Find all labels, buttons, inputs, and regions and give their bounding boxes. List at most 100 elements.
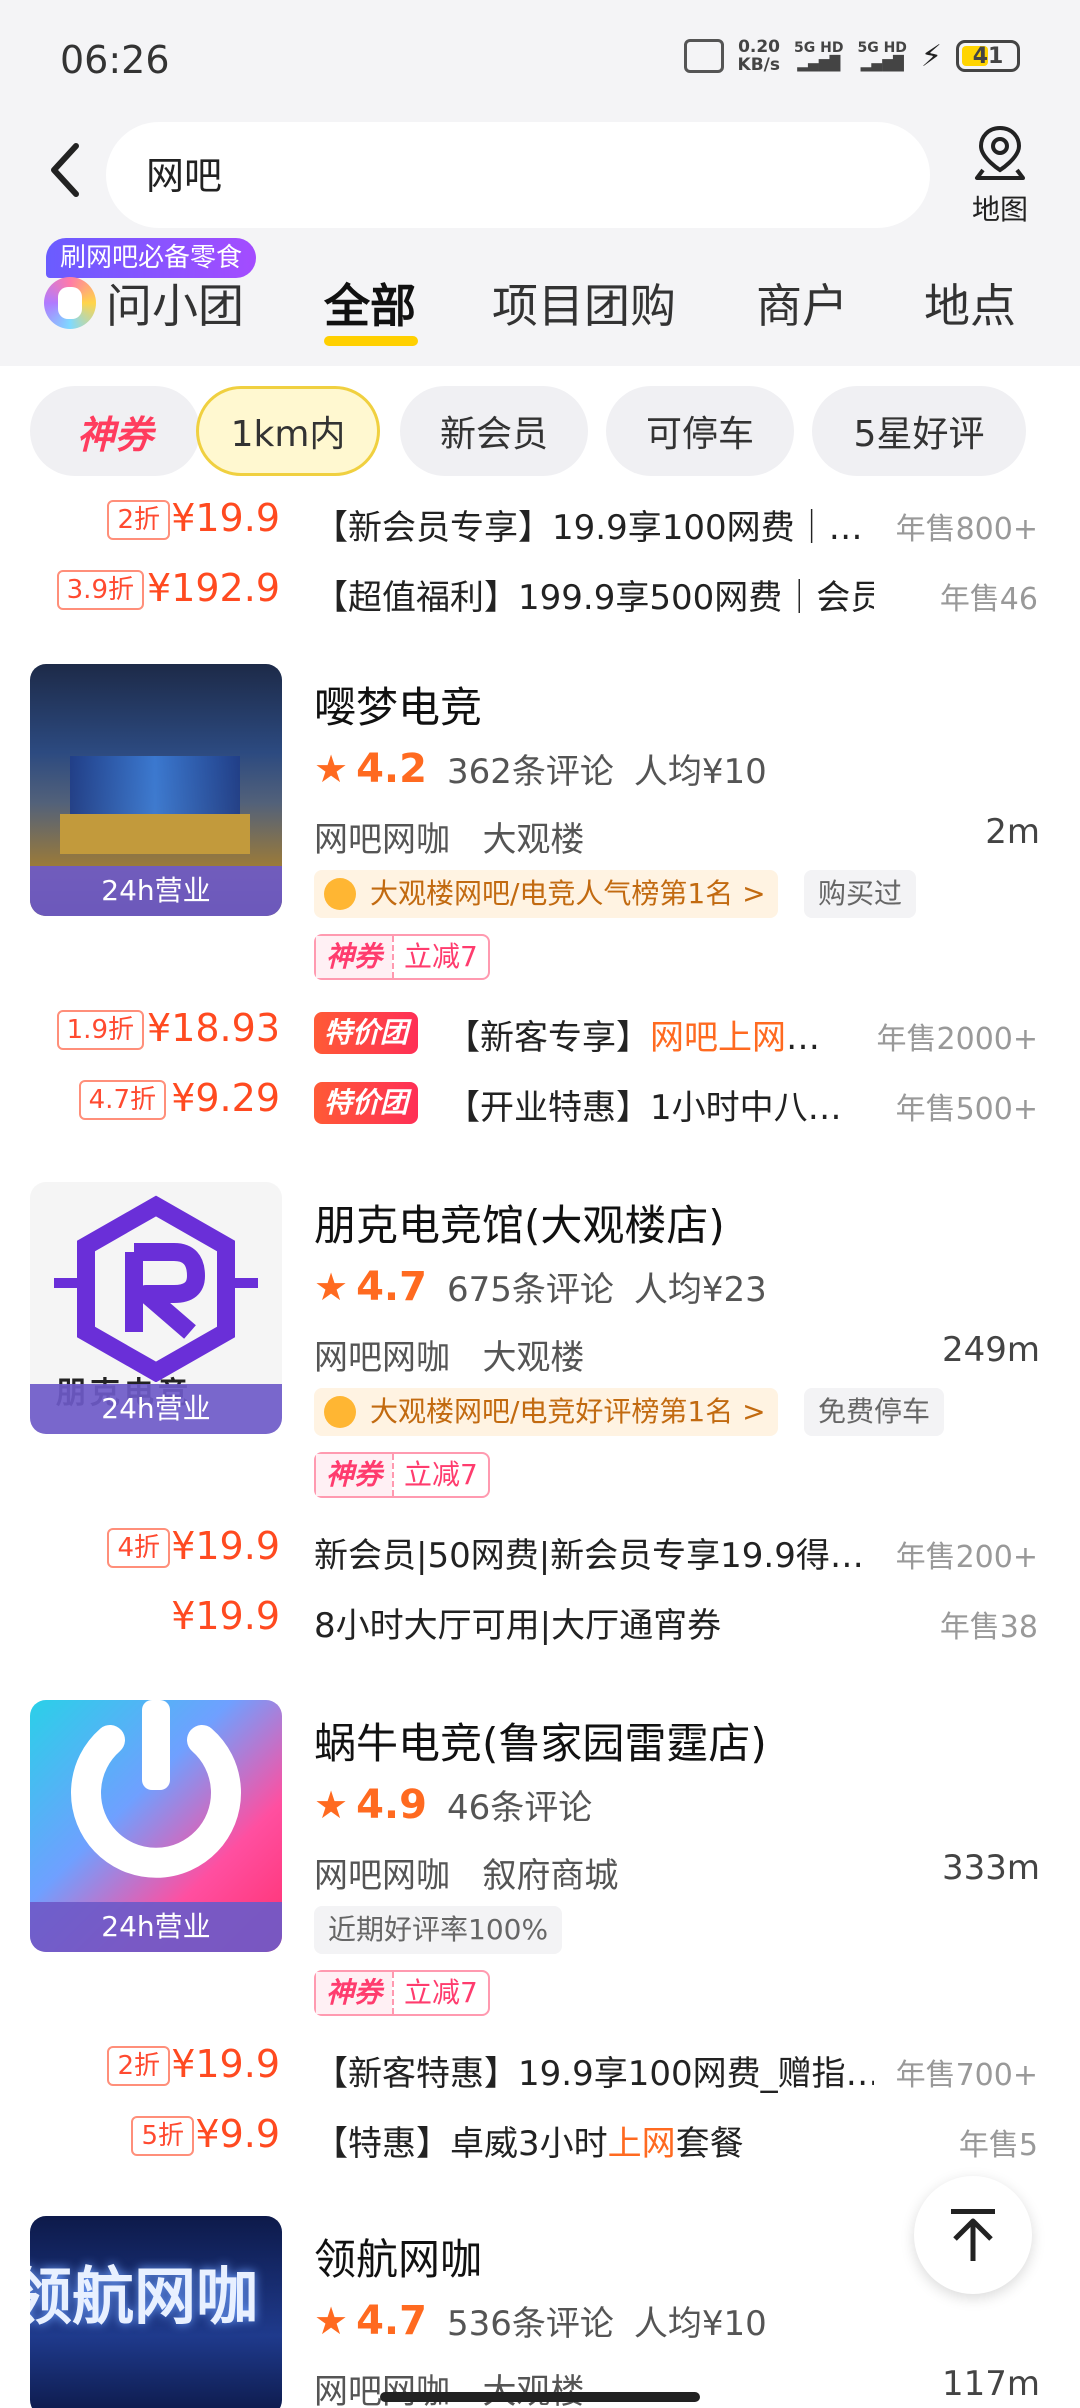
deal-sales: 年售700+ [895, 2058, 1038, 2093]
deal-row[interactable]: 5折 ¥9.9 【特惠】卓威3小时上网套餐 年售5 [0, 2108, 1080, 2168]
shop-card[interactable]: 朋克电竞 24h营业 朋克电竞馆(大观楼店) ★ 4.7 675条评论 人均¥2… [0, 1182, 1080, 1532]
shop-thumbnail[interactable]: 24h营业 [30, 1700, 282, 1952]
tab-merchants[interactable]: 商户 [756, 270, 848, 336]
home-indicator [380, 2392, 700, 2402]
parking-tag: 免费停车 [804, 1388, 945, 1436]
rank-badge[interactable]: 大观楼网吧/电竞人气榜第1名 > [314, 870, 778, 918]
rating-score: 4.7 [356, 1263, 427, 1310]
discount-tag: 3.9折 [56, 570, 144, 610]
deal-title: 【开业特惠】1小时中八… [446, 1088, 842, 1128]
coupon-tag[interactable]: 神券 立减7 [314, 1452, 490, 1498]
rating-row: ★ 4.7 675条评论 人均¥23 [314, 1262, 767, 1311]
deal-row[interactable]: 3.9折 ¥192.9 【超值福利】199.9享500网费｜会员… 年售46 [0, 562, 1080, 622]
signal-icon-1: 5G HD ▂▄▆█ [794, 40, 844, 72]
discount-tag: 1.9折 [56, 1010, 144, 1050]
battery-icon: 41 [956, 40, 1020, 72]
deal-price: ¥192.9 [147, 566, 280, 610]
tab-all[interactable]: 全部 [324, 270, 416, 336]
filter-new-member[interactable]: 新会员 [400, 386, 588, 476]
filter-coupon[interactable]: 神券 [30, 386, 200, 476]
star-icon: ★ [314, 2298, 349, 2343]
deal-price: ¥9.29 [171, 1076, 280, 1120]
deal-row[interactable]: 2折 ¥19.9 【新会员专享】19.9享100网费｜… 年售800+ [0, 492, 1080, 552]
charging-icon: ⚡ [920, 38, 942, 74]
purchased-tag: 购买过 [804, 870, 917, 918]
shop-thumbnail[interactable]: 24h营业 [30, 664, 282, 916]
rank-badge[interactable]: 大观楼网吧/电竞好评榜第1名 > [314, 1388, 778, 1436]
discount-tag: 4折 [107, 1528, 170, 1568]
deal-title: 【新会员专享】19.9享100网费｜… [314, 508, 863, 548]
shop-name: 嘤梦电竞 [314, 683, 483, 732]
deal-row[interactable]: ¥19.9 8小时大厅可用|大厅通宵券 年售38 [0, 1590, 1080, 1650]
net-speed: 0.20 KB/s [737, 37, 781, 75]
medal-icon [324, 878, 356, 910]
punk-logo-icon [54, 1195, 258, 1382]
search-box[interactable] [106, 122, 930, 228]
shop-thumbnail[interactable]: 朋克电竞 24h营业 [30, 1182, 282, 1434]
tab-group-deals[interactable]: 项目团购 [492, 270, 676, 336]
rating-row: ★ 4.7 536条评论 人均¥10 [314, 2296, 767, 2345]
category-row: 网吧网咖 叙府商城 [314, 1856, 619, 1896]
deal-sales: 年售2000+ [876, 1022, 1038, 1057]
deal-row[interactable]: 2折 ¥19.9 【新客特惠】19.9享100网费_赠指… 年售700+ [0, 2038, 1080, 2098]
back-arrow-icon [51, 143, 79, 197]
back-button[interactable] [40, 140, 90, 200]
shop-name: 蜗牛电竞(鲁家园雷霆店) [314, 1719, 767, 1768]
deal-price: ¥19.9 [171, 1524, 280, 1568]
review-count: 536条评论 [446, 2304, 614, 2344]
results-list: 2折 ¥19.9 【新会员专享】19.9享100网费｜… 年售800+ 3.9折… [0, 492, 1080, 2408]
map-label: 地图 [971, 193, 1028, 226]
discount-tag: 2折 [107, 2046, 170, 2086]
back-to-top-button[interactable] [914, 2176, 1032, 2294]
deal-sales: 年售500+ [895, 1092, 1038, 1127]
hours-tag: 24h营业 [30, 866, 282, 916]
hours-tag: 24h营业 [30, 1384, 282, 1434]
shop-card[interactable]: 24h营业 蜗牛电竞(鲁家园雷霆店) ★ 4.9 46条评论 网吧网咖 叙府商城… [0, 1700, 1080, 2050]
distance: 2m [985, 812, 1040, 852]
tab-places[interactable]: 地点 [924, 270, 1016, 336]
deal-row[interactable]: 4折 ¥19.9 新会员|50网费|新会员专享19.9得… 年售200+ [0, 1520, 1080, 1580]
tejia-badge: 特价团 [314, 1082, 419, 1124]
deal-row[interactable]: 4.7折 ¥9.29 特价团 【开业特惠】1小时中八… 年售500+ [0, 1072, 1080, 1132]
rating-score: 4.2 [356, 745, 427, 792]
category-row: 网吧网咖 大观楼 [314, 820, 585, 860]
avg-price: 人均¥10 [633, 752, 767, 792]
coupon-tag[interactable]: 神券 立减7 [314, 934, 490, 980]
shop-name: 领航网咖 [314, 2235, 483, 2284]
filter-1km[interactable]: 1km内 [196, 386, 380, 476]
hours-tag: 24h营业 [30, 1902, 282, 1952]
status-icons: 0.20 KB/s 5G HD ▂▄▆█ 5G HD ▂▄▆█ ⚡ 41 [683, 37, 1020, 75]
rating-score: 4.7 [356, 2297, 427, 2344]
discount-tag: 2折 [107, 500, 170, 540]
deal-title: 8小时大厅可用|大厅通宵券 [314, 1606, 722, 1646]
shop-name: 朋克电竞馆(大观楼店) [314, 1201, 725, 1250]
rating-row: ★ 4.9 46条评论 [314, 1780, 592, 1829]
deal-price: ¥19.9 [171, 2042, 280, 2086]
filter-5star[interactable]: 5星好评 [812, 386, 1026, 476]
rating-score: 4.9 [356, 1781, 427, 1828]
deal-row[interactable]: 1.9折 ¥18.93 特价团 【新客专享】网吧上网… 年售2000+ [0, 1002, 1080, 1062]
review-count: 675条评论 [446, 1270, 614, 1310]
status-time: 06:26 [60, 38, 170, 82]
coupon-tag[interactable]: 神券 立减7 [314, 1970, 490, 2016]
deal-title: 【新客专享】网吧上网… [446, 1018, 820, 1058]
shop-card[interactable]: 24h营业 嘤梦电竞 ★ 4.2 362条评论 人均¥10 网吧网咖 大观楼 2… [0, 664, 1080, 1014]
arrow-up-icon [951, 2209, 995, 2261]
tejia-badge: 特价团 [314, 1012, 419, 1054]
star-icon: ★ [314, 1782, 349, 1827]
filter-parking[interactable]: 可停车 [606, 386, 794, 476]
search-input[interactable] [146, 150, 846, 194]
tab-wenxiaotuan[interactable]: 问小团 [44, 270, 244, 336]
deal-sales: 年售46 [939, 582, 1038, 617]
shop-thumbnail[interactable]: 领航网咖 [30, 2216, 282, 2408]
discount-tag: 4.7折 [78, 1080, 166, 1120]
avg-price: 人均¥23 [633, 1270, 767, 1310]
wenxiaotuan-logo-icon [44, 277, 96, 329]
thumb-text: 领航网咖 [30, 2260, 259, 2333]
map-button[interactable]: 地图 [960, 124, 1040, 228]
distance: 333m [941, 1848, 1040, 1888]
medal-icon [324, 1396, 356, 1428]
deal-title: 【新客特惠】19.9享100网费_赠指… [314, 2054, 874, 2094]
deal-title: 【特惠】卓威3小时上网套餐 [314, 2124, 744, 2164]
header: 06:26 0.20 KB/s 5G HD ▂▄▆█ 5G HD ▂▄▆█ ⚡ 41… [0, 0, 1080, 366]
